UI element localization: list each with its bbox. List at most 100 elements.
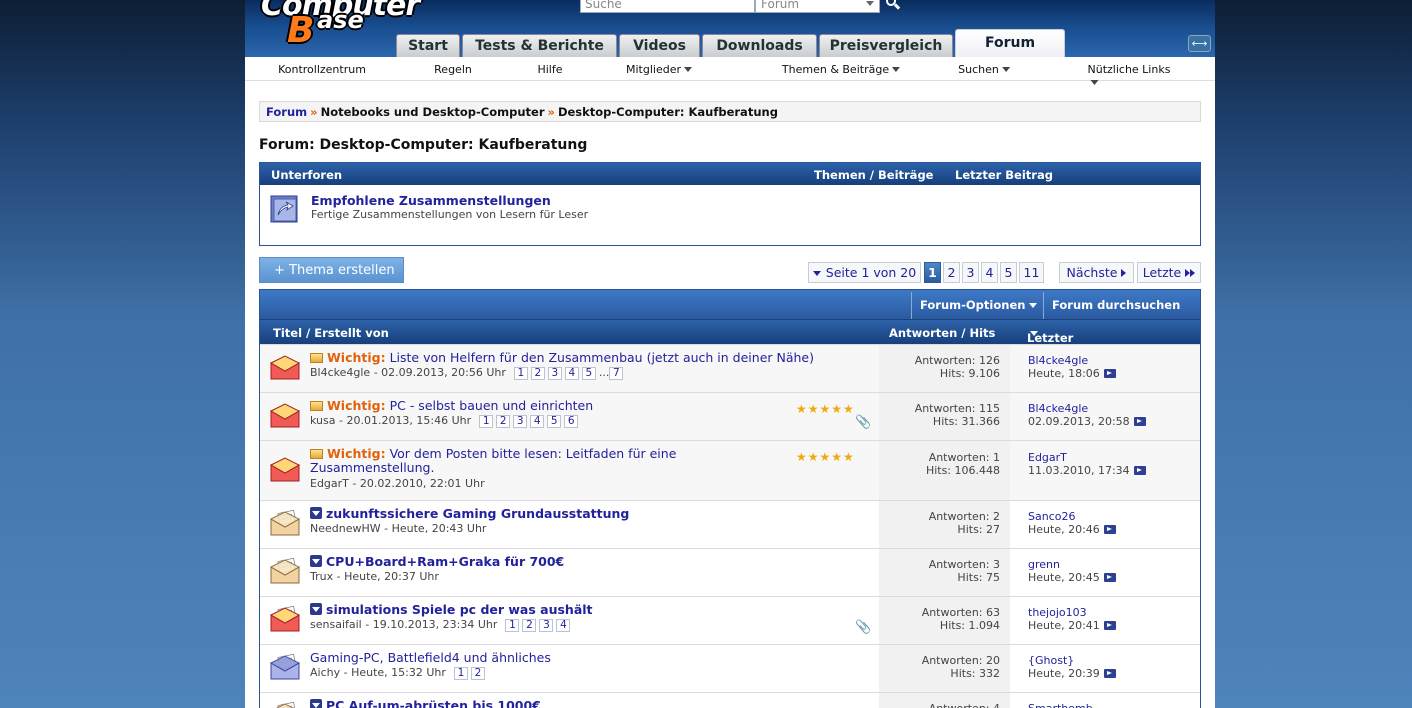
- thread-stats: Antworten: 63 Hits: 1.094: [922, 606, 1000, 632]
- forum-search-button[interactable]: Forum durchsuchen: [1043, 292, 1200, 334]
- last-post-user[interactable]: Bl4cke4gle: [1028, 402, 1088, 415]
- thread-row: Wichtig: PC - selbst bauen und einrichte…: [260, 392, 1200, 440]
- search-scope-select[interactable]: Forum: [755, 0, 880, 13]
- subnav-suchen[interactable]: Suchen: [958, 63, 1010, 76]
- thread-page-link[interactable]: 1: [453, 667, 468, 680]
- tab-start[interactable]: Start: [396, 34, 460, 57]
- thread-page-link[interactable]: 3: [539, 619, 554, 632]
- thread-page-link[interactable]: 5: [547, 415, 562, 428]
- next-page-button[interactable]: Nächste: [1059, 262, 1134, 283]
- thread-title-link[interactable]: Gaming-PC, Battlefield4 und ähnliches: [310, 650, 551, 665]
- thread-page-link[interactable]: 3: [547, 367, 562, 380]
- subnav-kontrollzentrum[interactable]: Kontrollzentrum: [278, 63, 366, 76]
- subnav-regeln[interactable]: Regeln: [434, 63, 472, 76]
- thread-author[interactable]: kusa: [310, 414, 335, 427]
- first-unread-icon[interactable]: [310, 699, 322, 708]
- thread-main-cell: zukunftssichere Gaming Grundausstattung N…: [260, 501, 879, 548]
- last-post: Smarthomb: [1028, 702, 1093, 708]
- thread-options-bar: Forum-Optionen Forum durchsuchen: [260, 290, 1200, 334]
- thread-meta: kusa - 20.01.2013, 15:46 Uhr 1 2 3 4 5 6: [310, 414, 581, 428]
- thread-stats-cell: Antworten: 126 Hits: 9.106: [879, 345, 1010, 392]
- first-unread-icon[interactable]: [310, 555, 322, 567]
- thread-page-link[interactable]: 5: [581, 367, 596, 380]
- first-unread-icon[interactable]: [310, 507, 322, 519]
- thread-page-link[interactable]: 7: [609, 367, 624, 380]
- goto-last-post-icon[interactable]: [1103, 621, 1116, 630]
- attachment-icon[interactable]: 📎: [855, 620, 871, 635]
- thread-page-link[interactable]: 1: [505, 619, 520, 632]
- thread-title-link[interactable]: CPU+Board+Ram+Graka für 700€: [326, 554, 564, 569]
- thread-author[interactable]: Aichy: [310, 666, 340, 679]
- page-link[interactable]: 5: [1000, 262, 1017, 283]
- subnav-themen-beitr-ge[interactable]: Themen & Beiträge: [782, 63, 901, 76]
- search-icon[interactable]: [886, 0, 901, 10]
- subnav-n-tzliche-links[interactable]: Nützliche Links: [1088, 63, 1173, 89]
- tab-downloads[interactable]: Downloads: [702, 34, 817, 57]
- goto-last-post-icon[interactable]: [1103, 525, 1116, 534]
- goto-last-post-icon[interactable]: [1103, 369, 1116, 378]
- thread-page-link[interactable]: 2: [470, 667, 485, 680]
- page-link[interactable]: 11: [1019, 262, 1044, 283]
- thread-page-link[interactable]: 1: [479, 415, 494, 428]
- last-page-button[interactable]: Letzte: [1137, 262, 1201, 283]
- col-title-sort[interactable]: Titel / Erstellt von: [273, 326, 389, 340]
- last-post-user[interactable]: EdgarT: [1028, 451, 1067, 464]
- rating-stars: ★★★★★: [796, 402, 855, 416]
- goto-last-post-icon[interactable]: [1103, 669, 1116, 678]
- subforum-link[interactable]: Empfohlene Zusammenstellungen: [311, 193, 551, 208]
- reply-count: Antworten: 126: [914, 354, 1000, 367]
- last-post-user[interactable]: Bl4cke4gle: [1028, 354, 1088, 367]
- thread-page-link[interactable]: 2: [522, 619, 537, 632]
- last-post-user[interactable]: {Ghost}: [1028, 654, 1074, 667]
- subnav-hilfe[interactable]: Hilfe: [537, 63, 562, 76]
- thread-page-link[interactable]: 2: [496, 415, 511, 428]
- last-post-user[interactable]: Sanco26: [1028, 510, 1075, 523]
- thread-page-link[interactable]: 2: [530, 367, 545, 380]
- forum-options-button[interactable]: Forum-Optionen: [911, 292, 1045, 319]
- last-post-user[interactable]: thejojo103: [1028, 606, 1087, 619]
- thread-title-link[interactable]: PC Auf-um-abrüsten bis 1000€: [326, 698, 541, 708]
- subnav-mitglieder[interactable]: Mitglieder: [626, 63, 692, 76]
- thread-page-link[interactable]: 4: [530, 415, 545, 428]
- page-link[interactable]: 1: [924, 262, 941, 283]
- first-unread-icon[interactable]: [310, 603, 322, 615]
- thread-title-link[interactable]: Liste von Helfern für den Zusammenbau (j…: [390, 350, 814, 365]
- tab-tests-berichte[interactable]: Tests & Berichte: [462, 34, 617, 57]
- page-jump-dropdown[interactable]: Seite 1 von 20: [808, 262, 921, 283]
- thread-page-link[interactable]: 4: [564, 367, 579, 380]
- thread-title-link[interactable]: PC - selbst bauen und einrichten: [390, 398, 594, 413]
- last-post-time: Heute, 20:39: [1028, 667, 1100, 680]
- breadcrumb-item-notebooks[interactable]: Notebooks und Desktop-Computer: [321, 105, 545, 119]
- last-post-user[interactable]: Smarthomb: [1028, 702, 1093, 708]
- attachment-icon[interactable]: 📎: [855, 415, 871, 430]
- thread-title-link[interactable]: simulations Spiele pc der was aushält: [326, 602, 593, 617]
- thread-page-link[interactable]: 6: [564, 415, 579, 428]
- goto-last-post-icon[interactable]: [1133, 466, 1146, 475]
- expand-width-icon[interactable]: ⟷: [1188, 35, 1211, 52]
- breadcrumb-item-forum[interactable]: Forum: [266, 105, 307, 119]
- page-link[interactable]: 4: [981, 262, 998, 283]
- search-input[interactable]: Suche: [580, 0, 755, 13]
- thread-author[interactable]: sensaifail: [310, 618, 362, 631]
- thread-page-link[interactable]: 4: [556, 619, 571, 632]
- thread-meta: EdgarT - 20.02.2010, 22:01 Uhr: [310, 477, 485, 490]
- thread-author[interactable]: Bl4cke4gle: [310, 366, 370, 379]
- thread-title-link[interactable]: zukunftssichere Gaming Grundausstattung: [326, 506, 629, 521]
- goto-last-post-icon[interactable]: [1133, 417, 1146, 426]
- thread-page-link[interactable]: 1: [513, 367, 528, 380]
- tab-forum[interactable]: Forum: [955, 29, 1065, 57]
- thread-author[interactable]: EdgarT: [310, 477, 349, 490]
- subforum-header: Unterforen Themen / Beiträge Letzter Bei…: [260, 163, 1200, 185]
- thread-page-link[interactable]: 3: [513, 415, 528, 428]
- create-thread-button[interactable]: + Thema erstellen: [259, 257, 404, 283]
- tab-preisvergleich[interactable]: Preisvergleich: [819, 34, 953, 57]
- tab-videos[interactable]: Videos: [619, 34, 700, 57]
- thread-author[interactable]: NeednewHW: [310, 522, 381, 535]
- goto-last-post-icon[interactable]: [1103, 573, 1116, 582]
- thread-author[interactable]: Trux: [310, 570, 333, 583]
- page-link[interactable]: 3: [962, 262, 979, 283]
- site-logo[interactable]: Computer B ase: [257, 0, 420, 51]
- col-stats-sort[interactable]: Antworten / Hits: [889, 326, 995, 340]
- last-post-user[interactable]: grenn: [1028, 558, 1060, 571]
- page-link[interactable]: 2: [943, 262, 960, 283]
